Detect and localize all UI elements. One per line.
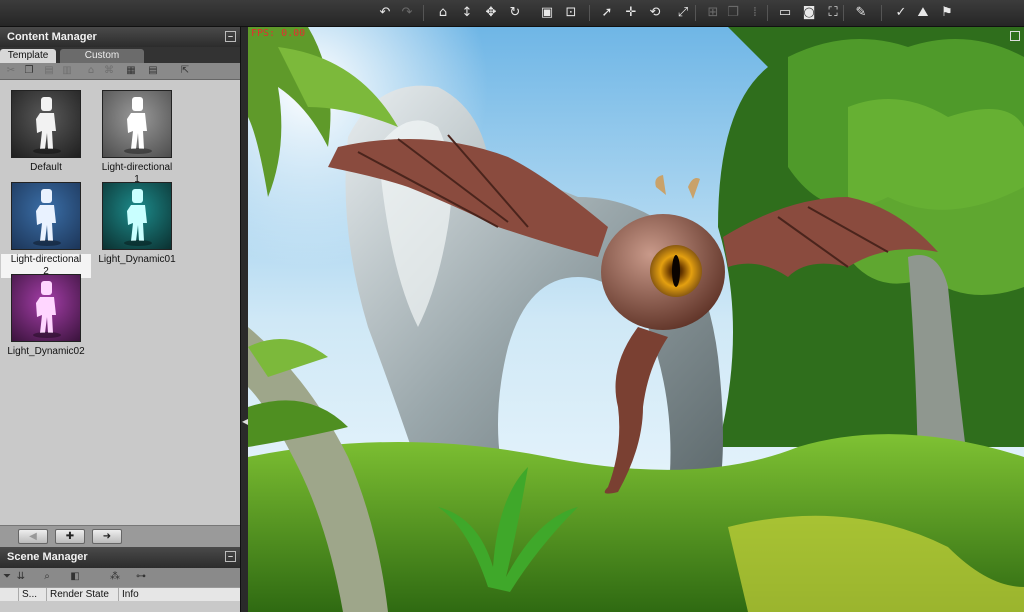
transform-icon[interactable]: ✛: [621, 3, 641, 23]
template-thumbnail[interactable]: [11, 274, 81, 342]
window-icon[interactable]: ▭: [775, 3, 795, 23]
template-item[interactable]: Default: [1, 90, 91, 174]
paste-icon[interactable]: ▤: [42, 64, 56, 78]
template-label: Light-directional: [1, 254, 91, 266]
mannequin-icon: [33, 189, 61, 246]
column-info[interactable]: Info: [118, 588, 240, 601]
template-grid: Default Light-directional 1 Light-direction…: [0, 80, 240, 525]
mannequin-icon: [124, 97, 152, 154]
group-icon[interactable]: ⁂: [108, 570, 122, 584]
distribute-icon[interactable]: ⁞: [745, 3, 765, 23]
toolbar-separator: [843, 5, 844, 21]
cut-icon[interactable]: ✂: [4, 64, 18, 78]
sort-icon[interactable]: ⇊: [14, 570, 28, 584]
template-label: Light_Dynamic01: [98, 254, 176, 265]
content-manager-title: Content Manager: [7, 31, 97, 43]
template-item[interactable]: Light-directional 1: [92, 90, 182, 186]
cube-icon[interactable]: ▣: [537, 3, 557, 23]
tab-custom[interactable]: Custom: [60, 49, 144, 63]
delete-icon[interactable]: ▥: [60, 64, 74, 78]
copy-icon[interactable]: ❐: [723, 3, 743, 23]
content-manager-toolbar: ✂ ❐ ▤ ▥ ⌂ ⌘ ▦ ▤ ⇱: [0, 63, 240, 80]
tab-template[interactable]: Template: [0, 49, 56, 63]
back-button[interactable]: ◀: [18, 529, 48, 544]
template-thumbnail[interactable]: [102, 182, 172, 250]
template-thumbnail[interactable]: [11, 182, 81, 250]
3d-viewport[interactable]: FPS: 0.00: [248, 27, 1024, 612]
scene-manager-toolbar: ⏷ ⇊ ⌕ ◧ ⁂ ⊶: [0, 568, 240, 587]
hierarchy-icon[interactable]: ⊶: [134, 570, 148, 584]
column-render-state[interactable]: Render State: [46, 588, 118, 601]
save-icon[interactable]: ▦: [124, 64, 138, 78]
home-icon[interactable]: ⌂: [433, 3, 453, 23]
scene-manager-title: Scene Manager: [7, 551, 88, 563]
home-icon[interactable]: ⌂: [84, 64, 98, 78]
orbit-icon[interactable]: ⟲: [645, 3, 665, 23]
add-button[interactable]: ✚: [55, 529, 85, 544]
brush-icon[interactable]: ✎: [851, 3, 871, 23]
toolbar-separator: [695, 5, 696, 21]
fps-counter: FPS: 0.00: [251, 28, 306, 39]
mannequin-icon: [33, 97, 61, 154]
forward-button[interactable]: ➜: [92, 529, 122, 544]
template-thumbnail[interactable]: [11, 90, 81, 158]
content-manager-header: Content Manager –: [0, 27, 240, 47]
template-item[interactable]: Light_Dynamic01: [92, 182, 182, 266]
view-mode-icon[interactable]: ▤: [146, 64, 160, 78]
redo-icon[interactable]: ↷: [397, 3, 417, 23]
fullscreen-icon[interactable]: ⛶: [823, 3, 843, 23]
select-icon[interactable]: ➚: [597, 3, 617, 23]
flag-icon[interactable]: ⚑: [937, 3, 957, 23]
terrain-icon[interactable]: ⛰: [913, 3, 933, 23]
toolbar-separator: [423, 5, 424, 21]
copy-icon[interactable]: ❐: [22, 64, 36, 78]
column-status[interactable]: S...: [18, 588, 46, 601]
rotate-icon[interactable]: ↻: [505, 3, 525, 23]
content-manager-tabs: Template Custom: [0, 47, 240, 63]
content-nav-bar: ◀ ✚ ➜: [0, 525, 240, 547]
forward-icon: ➜: [102, 531, 112, 542]
camera-icon[interactable]: ◙: [799, 3, 819, 23]
template-item[interactable]: Light-directional 2: [1, 182, 91, 278]
back-icon: ◀: [29, 531, 37, 542]
check-icon[interactable]: ✓: [891, 3, 911, 23]
align-icon[interactable]: ⊞: [703, 3, 723, 23]
toolbar-separator: [589, 5, 590, 21]
new-folder-icon[interactable]: ⌘: [102, 64, 116, 78]
mannequin-icon: [33, 281, 61, 338]
template-label: Default: [30, 162, 62, 173]
scene-manager-header: Scene Manager –: [0, 547, 240, 568]
export-icon[interactable]: ⇱: [178, 64, 192, 78]
fit-view-icon[interactable]: ⊡: [561, 3, 581, 23]
undo-icon[interactable]: ↶: [375, 3, 395, 23]
viewport-maximize-icon[interactable]: [1010, 31, 1020, 41]
columns-icon[interactable]: ◧: [68, 570, 82, 584]
mannequin-icon: [124, 189, 152, 246]
template-item[interactable]: Light_Dynamic02: [1, 274, 91, 358]
add-icon: ✚: [65, 531, 75, 542]
panel-splitter[interactable]: ◀: [240, 27, 248, 612]
left-panel: Content Manager – Template Custom ✂ ❐ ▤ ▥ ⌂ ⌘…: [0, 27, 240, 612]
scene-manager: Scene Manager – ⏷ ⇊ ⌕ ◧ ⁂ ⊶ S... Render State…: [0, 547, 240, 612]
scene-render: [248, 27, 1024, 612]
minimize-button[interactable]: –: [225, 31, 236, 42]
filter-icon[interactable]: ⏷: [0, 570, 14, 584]
scale-icon[interactable]: ⤢: [673, 3, 693, 23]
move-icon[interactable]: ✥: [481, 3, 501, 23]
scene-table-header: S... Render State Info: [0, 587, 240, 601]
find-icon[interactable]: ⌕: [40, 570, 54, 584]
vertical-move-icon[interactable]: ↕: [457, 3, 477, 23]
template-label: Light-directional: [101, 162, 173, 173]
toolbar-separator: [881, 5, 882, 21]
minimize-button[interactable]: –: [225, 551, 236, 562]
toolbar-separator: [767, 5, 768, 21]
template-thumbnail[interactable]: [102, 90, 172, 158]
template-label: Light_Dynamic02: [7, 346, 85, 357]
main-toolbar: ↶ ↷ ⌂ ↕ ✥ ↻ ▣ ⊡ ➚ ✛ ⟲ ⤢ ⊞ ❐ ⁞ ▭ ◙ ⛶ ✎ ✓ ⛰ ⚑: [0, 0, 1024, 27]
